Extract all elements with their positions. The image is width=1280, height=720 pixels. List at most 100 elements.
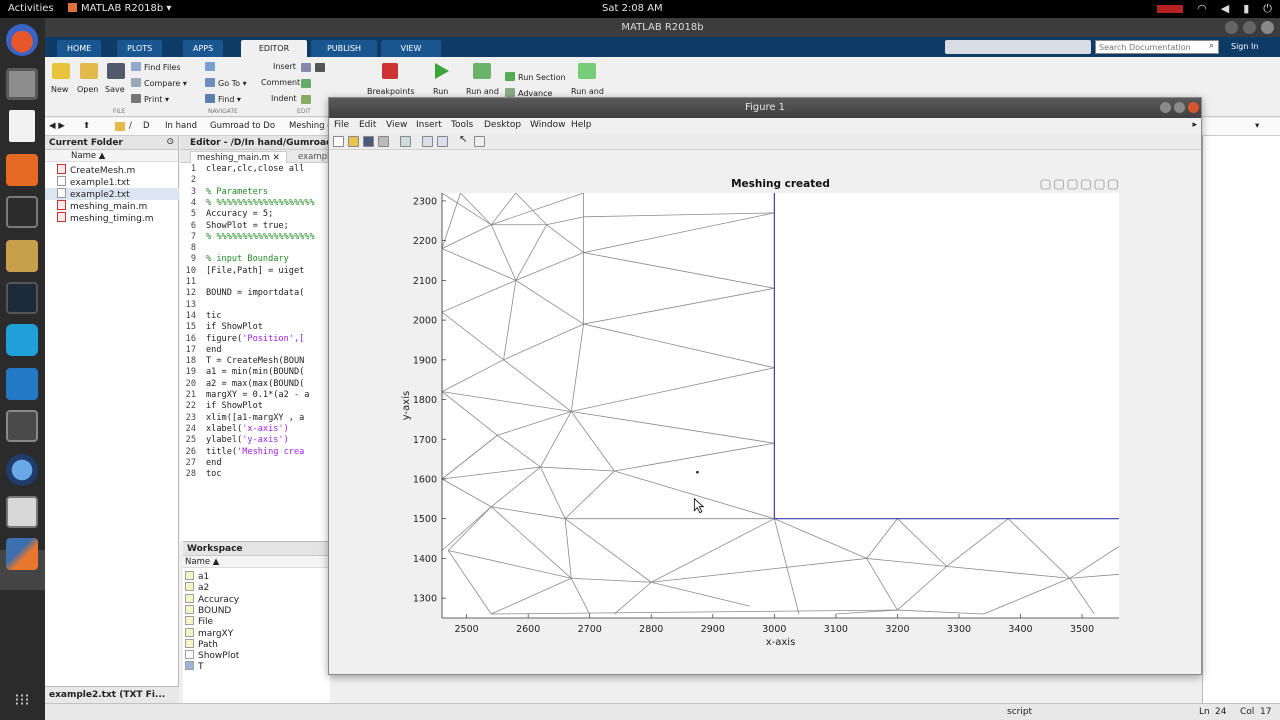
menu-window[interactable]: Window: [530, 120, 566, 130]
run-and-time-button[interactable]: Run and: [571, 87, 604, 96]
code-line[interactable]: 8: [180, 243, 206, 254]
run-section-button[interactable]: Run Section: [505, 72, 566, 82]
code-line[interactable]: 16 figure('Position',[: [180, 334, 305, 345]
menu-insert[interactable]: Insert: [416, 120, 442, 130]
data-tips-icon[interactable]: [1054, 179, 1064, 190]
maximize-icon[interactable]: [1243, 21, 1256, 34]
workspace-variable[interactable]: Path: [185, 638, 218, 650]
tab-view[interactable]: VIEW: [381, 40, 441, 57]
back-forward-button[interactable]: [205, 62, 218, 72]
figure-close-icon[interactable]: [1188, 102, 1199, 113]
menu-tools[interactable]: Tools: [451, 120, 473, 130]
home-icon[interactable]: [1108, 179, 1118, 190]
files-icon[interactable]: [6, 68, 38, 100]
show-apps-icon[interactable]: ⁝⁝⁝: [6, 684, 38, 716]
file-item-selected[interactable]: example2.txt: [45, 188, 179, 200]
menu-desktop[interactable]: Desktop: [484, 120, 521, 130]
workspace-variable[interactable]: a2: [185, 582, 209, 593]
run-and-advance-icon[interactable]: [473, 63, 491, 79]
workspace-variable[interactable]: a1: [185, 571, 209, 582]
save-icon[interactable]: [107, 63, 125, 79]
compare-button[interactable]: Compare ▾: [131, 78, 187, 88]
menu-overflow-icon[interactable]: ▸: [1192, 120, 1197, 130]
indent-button[interactable]: Indent: [271, 94, 297, 103]
text-editor-icon[interactable]: [9, 110, 35, 142]
save-figure-icon[interactable]: [363, 136, 374, 147]
file-item[interactable]: example1.txt: [57, 176, 130, 188]
breadcrumb-in-hand[interactable]: In hand: [165, 121, 197, 131]
minimize-icon[interactable]: [1225, 21, 1238, 34]
workspace-variable[interactable]: BOUND: [185, 604, 231, 616]
tab-publish[interactable]: PUBLISH: [311, 40, 377, 57]
menu-edit[interactable]: Edit: [359, 120, 376, 130]
code-line[interactable]: 7 % %%%%%%%%%%%%%%%%%%%: [180, 232, 315, 243]
terminal-icon[interactable]: [6, 196, 38, 228]
archive-manager-icon[interactable]: [6, 240, 38, 272]
code-line[interactable]: 19 a1 = min(min(BOUND(: [180, 367, 305, 378]
open-button[interactable]: Open: [77, 85, 98, 94]
pointer-icon[interactable]: ↖: [459, 134, 470, 145]
up-folder-icon[interactable]: ⬆: [83, 121, 90, 131]
search-documentation-input[interactable]: [1095, 40, 1219, 54]
mesh-plot[interactable]: 2500 2600 2700 2800 2900 3000 3100 3200 3300 3400…: [329, 150, 1201, 674]
menu-help[interactable]: Help: [571, 120, 592, 130]
workspace-variable[interactable]: File: [185, 616, 213, 627]
firefox-icon[interactable]: [6, 24, 38, 56]
code-line[interactable]: 22 if ShowPlot: [180, 401, 263, 412]
code-line[interactable]: 6 ShowPlot = true;: [180, 221, 289, 232]
file-item[interactable]: CreateMesh.m: [57, 164, 135, 176]
code-line[interactable]: 18 T = CreateMesh(BOUN: [180, 356, 305, 367]
code-line[interactable]: 5 Accuracy = 5;: [180, 209, 273, 220]
sign-in-link[interactable]: Sign In: [1231, 42, 1258, 51]
code-line[interactable]: 4 % %%%%%%%%%%%%%%%%%%%: [180, 198, 315, 209]
tab-plots[interactable]: PLOTS: [117, 40, 163, 57]
workspace-variable[interactable]: margXY: [185, 627, 233, 639]
code-line[interactable]: 3 % Parameters: [180, 187, 268, 198]
clock[interactable]: Sat 2:08 AM: [602, 3, 663, 14]
code-line[interactable]: 12 BOUND = importdata(: [180, 288, 305, 299]
software-center-icon[interactable]: [6, 154, 38, 186]
code-line[interactable]: 14 tic: [180, 311, 222, 322]
code-line[interactable]: 10 [File,Path] = uiget: [180, 266, 305, 277]
back-icon[interactable]: ◀ ▶: [49, 121, 65, 131]
code-line[interactable]: 17 end: [180, 345, 222, 356]
code-line[interactable]: 23 xlim([a1-margXY , a: [180, 413, 305, 424]
activities-button[interactable]: Activities: [8, 3, 54, 14]
breakpoints-button[interactable]: Breakpoints: [367, 87, 415, 96]
address-dropdown-icon[interactable]: ▾: [1255, 121, 1259, 131]
menu-file[interactable]: File: [334, 120, 349, 130]
file-item[interactable]: meshing_main.m: [57, 200, 147, 212]
tab-home[interactable]: HOME: [57, 40, 102, 57]
app-menu[interactable]: MATLAB R2018b ▾: [68, 3, 171, 14]
code-line[interactable]: 28 toc: [180, 469, 222, 480]
workspace-variable[interactable]: Accuracy: [185, 593, 239, 605]
run-button[interactable]: Run: [433, 87, 448, 96]
details-bar[interactable]: example2.txt (TXT Fi...: [45, 686, 179, 703]
code-line[interactable]: 26 title('Meshing crea: [180, 447, 305, 458]
menu-view[interactable]: View: [386, 120, 407, 130]
breadcrumb-d[interactable]: D: [143, 121, 150, 131]
insert-button[interactable]: Insert: [273, 62, 296, 71]
print-figure-icon[interactable]: [378, 136, 389, 147]
code-line[interactable]: 20 a2 = max(max(BOUND(: [180, 379, 305, 390]
code-line[interactable]: 24 xlabel('x-axis'): [180, 424, 289, 435]
current-folder-name-column[interactable]: Name ▲: [45, 150, 178, 162]
save-button[interactable]: Save: [105, 85, 125, 94]
workspace-variable[interactable]: T: [185, 661, 204, 672]
system-tray[interactable]: ◠ ◀ ▮ ⏻: [1157, 2, 1272, 16]
camera-icon[interactable]: [6, 496, 38, 528]
open-folder-icon[interactable]: [80, 63, 98, 79]
brush-icon[interactable]: [1040, 179, 1051, 190]
web-browser-icon[interactable]: [6, 454, 38, 486]
tab-editor[interactable]: EDITOR: [241, 40, 307, 57]
go-to-button[interactable]: Go To ▾: [205, 78, 247, 88]
editor-tab-meshing-main[interactable]: meshing_main.m ✕: [190, 151, 287, 163]
tab-apps[interactable]: APPS: [183, 40, 224, 57]
comment-button[interactable]: Comment: [261, 78, 300, 87]
code-line[interactable]: 1 clear,clc,close all: [180, 164, 305, 175]
breadcrumb-root[interactable]: /: [129, 121, 132, 131]
new-figure-icon[interactable]: [333, 136, 344, 147]
new-button[interactable]: New: [51, 85, 68, 94]
run-and-advance-button[interactable]: Run and: [466, 87, 499, 96]
breadcrumb-meshing[interactable]: Meshing c: [289, 121, 332, 131]
